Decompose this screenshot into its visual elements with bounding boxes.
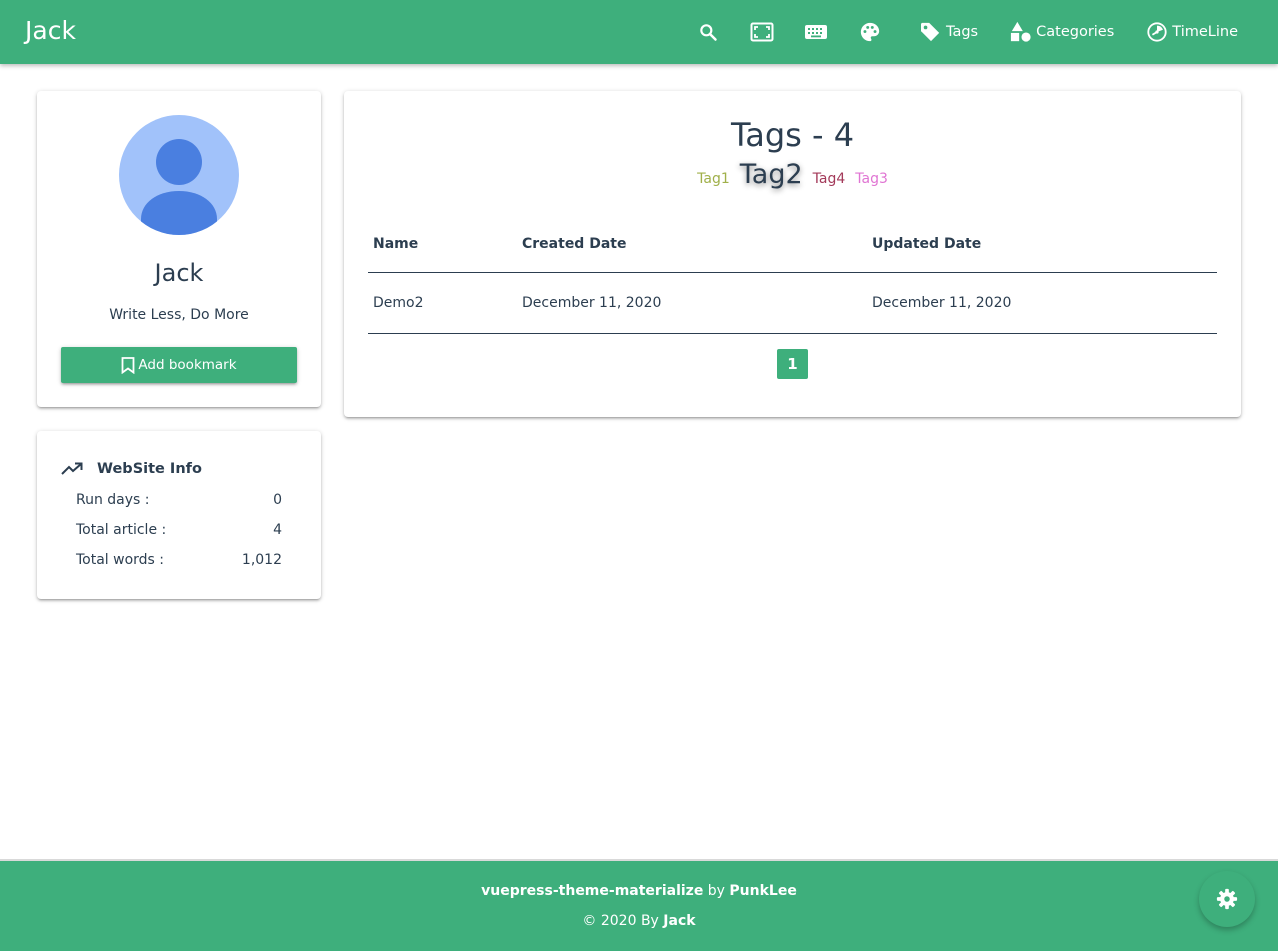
default-user-avatar-icon: [141, 139, 217, 235]
footer-theme-author-link[interactable]: PunkLee: [729, 883, 796, 899]
info-value: 4: [273, 522, 282, 538]
nav-link-categories[interactable]: Categories: [1010, 21, 1114, 43]
trending-up-icon: [61, 462, 83, 475]
settings-fab-button[interactable]: [1199, 871, 1255, 927]
updated-date-cell: December 11, 2020: [867, 272, 1217, 334]
nav-link-label: Categories: [1036, 24, 1115, 40]
tag-icon: [921, 22, 940, 42]
footer-theme-credit: vuepress-theme-materialize by PunkLee: [0, 883, 1278, 899]
bookmark-icon: [122, 356, 135, 374]
info-row-run-days: Run days : 0: [76, 492, 282, 508]
column-header-name[interactable]: Name: [368, 217, 517, 273]
palette-icon: [860, 22, 880, 42]
column-header-created-date[interactable]: Created Date: [517, 217, 867, 273]
column-header-updated-date[interactable]: Updated Date: [867, 217, 1217, 273]
footer-copyright-author: Jack: [663, 913, 696, 929]
info-row-total-words: Total words : 1,012: [76, 552, 282, 568]
info-value: 0: [273, 492, 282, 508]
fullscreen-button[interactable]: [744, 14, 780, 50]
footer-by-text: by: [703, 883, 730, 899]
shapes-icon: [1011, 21, 1031, 42]
tag-link-tag2[interactable]: Tag2: [740, 159, 803, 190]
theme-palette-button[interactable]: [852, 14, 888, 50]
nav-link-label: Tags: [946, 24, 979, 40]
info-label: Total article :: [76, 522, 167, 538]
tag-link-tag3[interactable]: Tag3: [855, 171, 888, 187]
keyboard-shortcuts-button[interactable]: [798, 14, 834, 50]
footer-copyright: © 2020 By Jack: [0, 913, 1278, 929]
info-row-total-article: Total article : 4: [76, 522, 282, 538]
footer-theme-link[interactable]: vuepress-theme-materialize: [481, 883, 703, 899]
tag-articles-table: Name Created Date Updated Date Demo2 Dec…: [368, 217, 1217, 334]
author-name: Jack: [154, 259, 204, 287]
search-button[interactable]: [690, 14, 726, 50]
footer-copyright-prefix: © 2020 By: [582, 913, 664, 929]
gear-icon: [1216, 888, 1238, 910]
site-footer: vuepress-theme-materialize by PunkLee © …: [0, 859, 1278, 951]
website-info-title: WebSite Info: [97, 461, 202, 477]
keyboard-icon: [805, 25, 828, 39]
website-info-header: WebSite Info: [61, 461, 202, 477]
add-bookmark-button[interactable]: Add bookmark: [61, 347, 297, 383]
fullscreen-icon: [750, 22, 774, 42]
author-profile-card: Jack Write Less, Do More Add bookmark: [37, 91, 321, 407]
info-label: Total words :: [76, 552, 165, 568]
tag-link-tag1[interactable]: Tag1: [697, 171, 730, 187]
timeline-icon: [1147, 22, 1167, 42]
search-icon: [700, 24, 717, 41]
avatar: [119, 115, 239, 235]
info-label: Run days :: [76, 492, 150, 508]
info-value: 1,012: [241, 552, 282, 568]
add-bookmark-label: Add bookmark: [138, 357, 237, 373]
pagination-page-button[interactable]: 1: [777, 349, 808, 379]
page-title: Tags - 4: [730, 116, 855, 154]
nav-link-label: TimeLine: [1172, 24, 1238, 40]
tags-main-card: Tags - 4 Tag1 Tag2 Tag4 Tag3 Name Create…: [344, 91, 1241, 417]
article-name-cell[interactable]: Demo2: [368, 272, 517, 334]
top-navbar: Jack Tags Categories TimeLine: [0, 0, 1278, 64]
nav-link-tags[interactable]: Tags: [920, 22, 978, 42]
created-date-cell: December 11, 2020: [517, 272, 867, 334]
tag-cloud: Tag1 Tag2 Tag4 Tag3: [344, 159, 1241, 190]
site-brand-link[interactable]: Jack: [25, 16, 76, 45]
navbar-actions: Tags Categories TimeLine: [672, 0, 1238, 64]
tag-link-tag4[interactable]: Tag4: [813, 171, 846, 187]
website-info-card: WebSite Info Run days : 0 Total article …: [37, 431, 321, 599]
table-row[interactable]: Demo2 December 11, 2020 December 11, 202…: [368, 272, 1217, 334]
nav-link-timeline[interactable]: TimeLine: [1146, 21, 1238, 43]
table-header-row: Name Created Date Updated Date: [368, 217, 1217, 273]
author-description: Write Less, Do More: [109, 307, 249, 323]
